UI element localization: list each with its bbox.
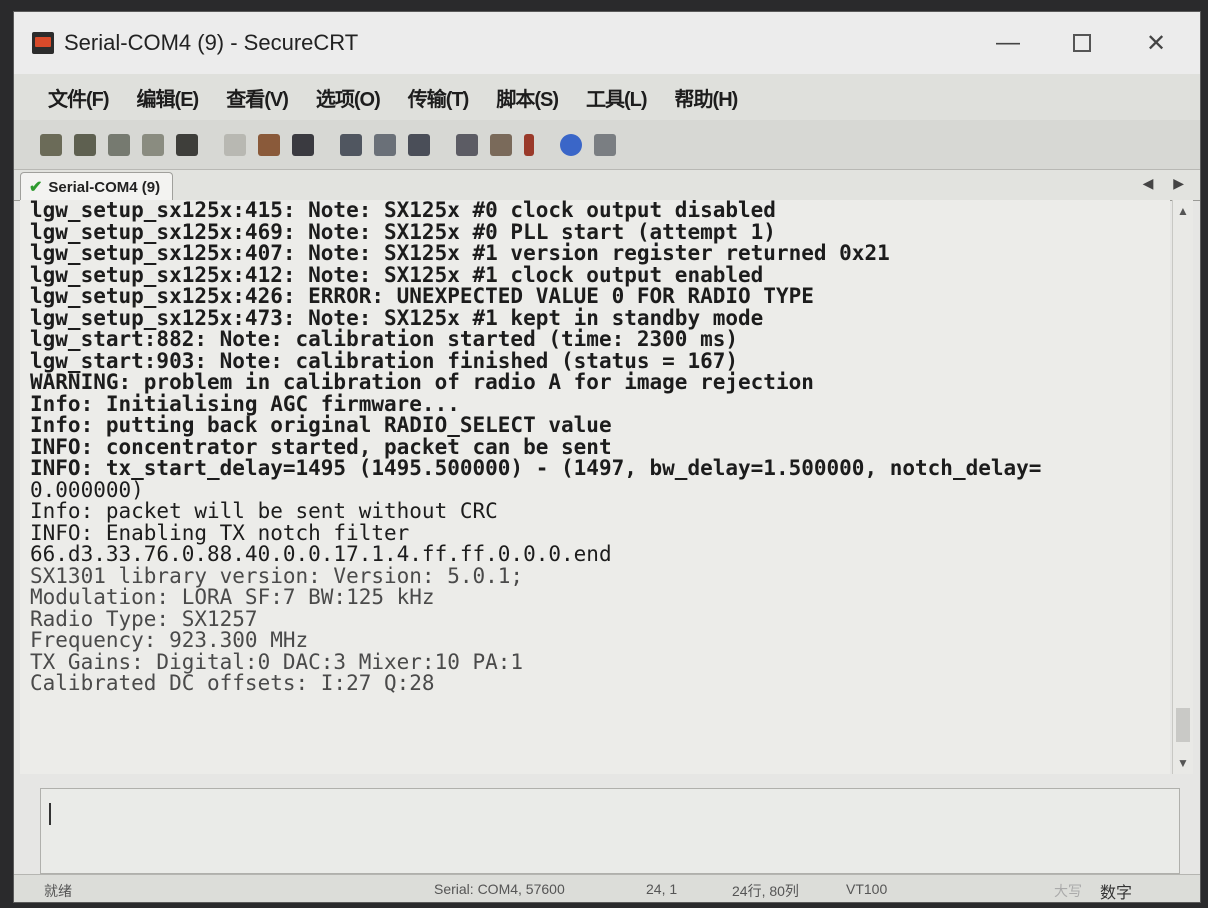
terminal-line: SX1301 library version: Version: 5.0.1; bbox=[30, 563, 524, 588]
menu-help[interactable]: 帮助(H) bbox=[675, 83, 739, 112]
menu-transfer[interactable]: 传输(T) bbox=[408, 83, 470, 112]
global-options-icon[interactable] bbox=[490, 133, 512, 156]
properties-icon[interactable] bbox=[594, 133, 616, 156]
terminal-line: TX Gains: Digital:0 DAC:3 Mixer:10 PA:1 bbox=[30, 649, 524, 674]
terminal-line: 0.000000) bbox=[30, 477, 144, 502]
maximize-icon bbox=[1073, 34, 1091, 52]
terminal-line: INFO: tx_start_delay=1495 (1495.500000) … bbox=[30, 456, 1042, 480]
menu-tools[interactable]: 工具(L) bbox=[586, 83, 648, 112]
menu-file[interactable]: 文件(F) bbox=[48, 83, 110, 112]
session-options-icon[interactable] bbox=[456, 133, 478, 156]
terminal-line: Calibrated DC offsets: I:27 Q:28 bbox=[30, 671, 435, 695]
terminal-line: Modulation: LORA SF:7 BW:125 kHz bbox=[30, 585, 435, 609]
close-button[interactable]: ✕ bbox=[1134, 26, 1178, 60]
title-bar: Serial-COM4 (9) - SecureCRT — ✕ bbox=[14, 12, 1200, 74]
menu-script[interactable]: 脚本(S) bbox=[496, 83, 559, 112]
terminal-output[interactable]: lgw_setup_sx125x:415: Note: SX125x #0 cl… bbox=[20, 200, 1170, 774]
terminal-line: lgw_start:882: Note: calibration started… bbox=[30, 327, 739, 351]
minimize-button[interactable]: — bbox=[986, 26, 1030, 60]
window-title: Serial-COM4 (9) - SecureCRT bbox=[64, 30, 359, 55]
terminal-line: lgw_setup_sx125x:412: Note: SX125x #1 cl… bbox=[30, 262, 764, 287]
status-connection: Serial: COM4, 57600 bbox=[434, 881, 565, 897]
terminal-line: lgw_setup_sx125x:415: Note: SX125x #0 cl… bbox=[30, 200, 776, 222]
keymap-icon[interactable] bbox=[524, 133, 534, 156]
status-num-lock: 数字 bbox=[1100, 885, 1133, 902]
connect-icon[interactable] bbox=[40, 133, 62, 156]
print-icon[interactable] bbox=[340, 133, 362, 156]
terminal-line: lgw_setup_sx125x:426: ERROR: UNEXPECTED … bbox=[30, 284, 814, 308]
status-terminal-size: 24行, 80列 bbox=[732, 883, 799, 899]
terminal-line: Radio Type: SX1257 bbox=[30, 606, 258, 631]
menu-view[interactable]: 查看(V) bbox=[226, 83, 289, 112]
tab-scroll-arrows[interactable]: ◀ ▶ bbox=[1143, 175, 1192, 192]
terminal-line: Info: packet will be sent without CRC bbox=[30, 499, 498, 523]
reconnect-icon[interactable] bbox=[142, 133, 164, 156]
tab-serial-com4[interactable]: ✔ Serial-COM4 (9) bbox=[20, 172, 174, 201]
scroll-up-arrow-icon[interactable]: ▲ bbox=[1177, 204, 1189, 218]
help-icon[interactable] bbox=[560, 133, 582, 156]
scroll-thumb[interactable] bbox=[1176, 708, 1190, 742]
menu-options[interactable]: 选项(O) bbox=[316, 83, 381, 112]
status-ready: 就绪 bbox=[44, 883, 72, 899]
terminal-scrollbar[interactable]: ▲ ▼ bbox=[1172, 200, 1193, 774]
menu-edit[interactable]: 编辑(E) bbox=[137, 83, 200, 112]
disconnect-icon[interactable] bbox=[176, 133, 198, 156]
maximize-button[interactable] bbox=[1060, 26, 1104, 60]
securecrt-app-icon bbox=[32, 32, 54, 54]
tab-bar: ✔ Serial-COM4 (9) ◀ ▶ bbox=[14, 170, 1200, 201]
terminal-line: lgw_start:903: Note: calibration finishe… bbox=[30, 348, 739, 373]
find-icon[interactable] bbox=[292, 133, 314, 156]
terminal-line: Info: Initialising AGC firmware... bbox=[30, 391, 460, 416]
scroll-down-arrow-icon[interactable]: ▼ bbox=[1177, 756, 1189, 770]
command-input-window[interactable] bbox=[40, 788, 1180, 874]
status-emulation: VT100 bbox=[846, 881, 888, 897]
terminal-line: lgw_setup_sx125x:407: Note: SX125x #1 ve… bbox=[30, 241, 890, 265]
paste-icon[interactable] bbox=[258, 133, 280, 156]
status-cursor-position: 24, 1 bbox=[646, 881, 678, 897]
quick-connect-icon[interactable] bbox=[74, 133, 96, 156]
print-selection-icon[interactable] bbox=[374, 133, 396, 156]
status-caps-lock: 大写 bbox=[1054, 883, 1082, 899]
terminal-line: lgw_setup_sx125x:473: Note: SX125x #1 ke… bbox=[30, 305, 764, 330]
connected-check-icon: ✔ bbox=[29, 179, 43, 196]
terminal-line: INFO: concentrator started, packet can b… bbox=[30, 434, 612, 459]
copy-icon[interactable] bbox=[224, 133, 246, 156]
tab-label: Serial-COM4 (9) bbox=[48, 178, 161, 196]
status-bar: 就绪 Serial: COM4, 57600 24, 1 24行, 80列 VT… bbox=[14, 874, 1200, 902]
connect-tab-icon[interactable] bbox=[108, 133, 130, 156]
terminal-line: Frequency: 923.300 MHz bbox=[30, 628, 309, 652]
text-cursor bbox=[49, 803, 51, 825]
toolbar bbox=[14, 120, 1200, 170]
terminal-line: 66.d3.33.76.0.88.40.0.0.17.1.4.ff.ff.0.0… bbox=[30, 542, 612, 566]
terminal-line: INFO: Enabling TX notch filter bbox=[30, 520, 410, 545]
menu-bar: 文件(F) 编辑(E) 查看(V) 选项(O) 传输(T) 脚本(S) 工具(L… bbox=[14, 74, 1200, 120]
securecrt-window: Serial-COM4 (9) - SecureCRT — ✕ 文件(F) 编辑… bbox=[14, 12, 1200, 902]
terminal-line: WARNING: problem in calibration of radio… bbox=[30, 370, 814, 394]
terminal-lines: lgw_setup_sx125x:415: Note: SX125x #0 cl… bbox=[30, 200, 1041, 695]
print-setup-icon[interactable] bbox=[408, 133, 430, 156]
terminal-line: lgw_setup_sx125x:469: Note: SX125x #0 PL… bbox=[30, 219, 776, 244]
terminal-line: Info: putting back original RADIO_SELECT… bbox=[30, 413, 612, 437]
